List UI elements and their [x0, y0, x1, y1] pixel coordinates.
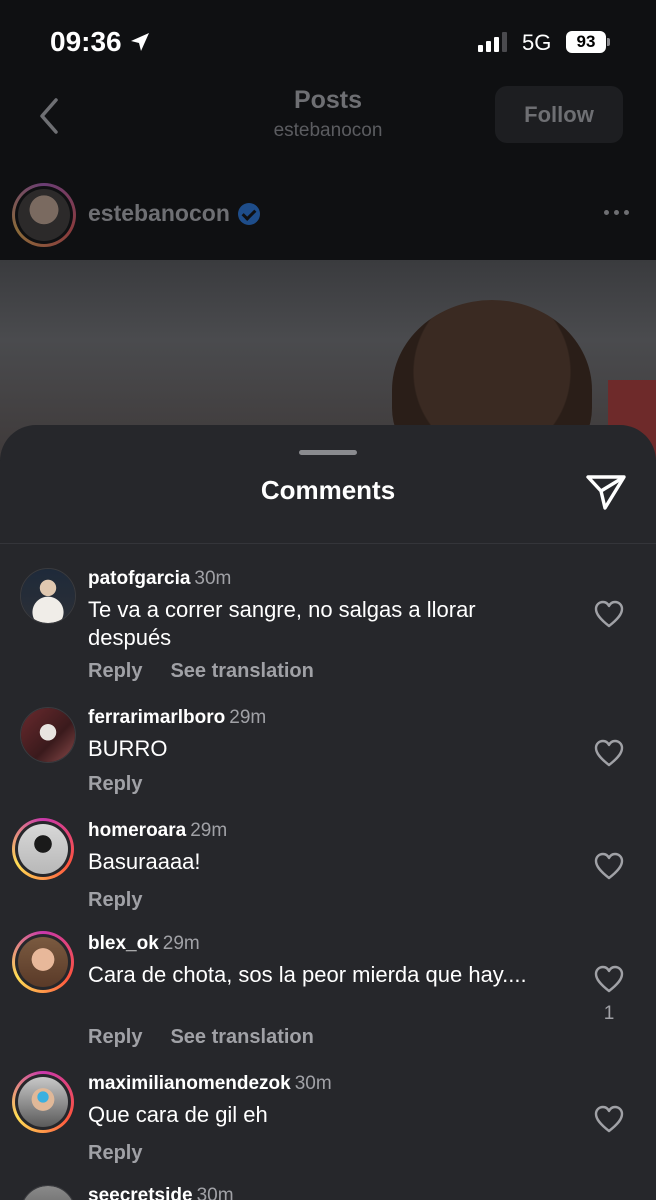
- comment-username-label[interactable]: ferrarimarlboro: [88, 707, 225, 728]
- comment-actions: Reply: [88, 1142, 142, 1165]
- comment-username[interactable]: homeroara 29m: [88, 820, 227, 842]
- verified-badge-icon: [237, 202, 260, 225]
- comment-item: seecretside 30m: [0, 1185, 656, 1200]
- comment-username[interactable]: maximilianomendezok 30m: [88, 1073, 332, 1095]
- heart-icon[interactable]: [594, 1105, 624, 1133]
- reply-button[interactable]: Reply: [88, 1026, 142, 1049]
- heart-icon[interactable]: [594, 600, 624, 628]
- location-arrow-icon: [130, 33, 149, 51]
- comment-text: BURRO: [88, 736, 168, 761]
- comment-username[interactable]: seecretside 30m: [88, 1185, 234, 1200]
- reply-button[interactable]: Reply: [88, 773, 142, 796]
- comment-item: ferrarimarlboro 29m BURRO Reply: [0, 707, 656, 807]
- comment-time: 30m: [194, 568, 232, 589]
- comment-time: 29m: [162, 933, 200, 954]
- comment-time: 30m: [196, 1185, 234, 1200]
- reply-button[interactable]: Reply: [88, 1142, 142, 1165]
- battery-tip: [607, 38, 610, 46]
- network-type: 5G: [522, 30, 552, 55]
- comment-username[interactable]: patofgarcia 30m: [88, 568, 231, 590]
- like-count: 1: [603, 1003, 615, 1024]
- commenter-avatar[interactable]: [12, 818, 74, 880]
- comment-item: patofgarcia 30m Te va a correr sangre, no…: [0, 568, 656, 688]
- comment-time: 30m: [294, 1073, 332, 1094]
- comment-username-label[interactable]: patofgarcia: [88, 568, 190, 589]
- heart-icon[interactable]: [594, 852, 624, 880]
- commenter-avatar[interactable]: [12, 1071, 74, 1133]
- comment-username[interactable]: blex_ok 29m: [88, 933, 200, 955]
- comment-actions: Reply See translation: [88, 660, 314, 683]
- sheet-grabber[interactable]: [299, 450, 357, 455]
- comment-item: homeroara 29m Basuraaaa! Reply: [0, 818, 656, 920]
- comment-actions: Reply: [88, 889, 142, 912]
- comment-username-label[interactable]: maximilianomendezok: [88, 1073, 291, 1094]
- comment-time: 29m: [229, 707, 267, 728]
- commenter-avatar[interactable]: [20, 707, 76, 763]
- comment-text: Basuraaaa!: [88, 849, 201, 874]
- signal-strength-icon: [478, 32, 507, 52]
- reply-button[interactable]: Reply: [88, 660, 142, 683]
- comment-text: Te va a correr sangre, no salgas a llora…: [88, 597, 476, 650]
- commenter-avatar[interactable]: [20, 568, 76, 624]
- post-author-username[interactable]: estebanocon: [88, 200, 230, 227]
- comment-actions: Reply: [88, 773, 142, 796]
- comment-username[interactable]: ferrarimarlboro 29m: [88, 707, 266, 729]
- post-author[interactable]: estebanocon: [88, 200, 260, 227]
- comment-text: Cara de chota, sos la peor mierda que ha…: [88, 962, 527, 987]
- see-translation-button[interactable]: See translation: [170, 1026, 313, 1049]
- comment-username-label[interactable]: blex_ok: [88, 933, 159, 954]
- comment-username-label[interactable]: seecretside: [88, 1185, 193, 1200]
- comment-item: blex_ok 29m Cara de chota, sos la peor mi…: [0, 931, 656, 1063]
- see-translation-button[interactable]: See translation: [170, 660, 313, 683]
- comments-sheet: Comments patofgarcia 30m Te va a correr s…: [0, 425, 656, 1200]
- status-time: 09:36: [50, 26, 152, 58]
- commenter-avatar[interactable]: [12, 931, 74, 993]
- comment-username-label[interactable]: homeroara: [88, 820, 186, 841]
- heart-icon[interactable]: [594, 739, 624, 767]
- reply-button[interactable]: Reply: [88, 889, 142, 912]
- commenter-avatar[interactable]: [20, 1185, 76, 1200]
- send-icon[interactable]: [585, 471, 627, 511]
- status-bar: 09:36 5G 93: [0, 0, 656, 80]
- status-time-label: 09:36: [50, 26, 122, 57]
- divider: [0, 543, 656, 544]
- comment-item: maximilianomendezok 30m Que cara de gil e…: [0, 1071, 656, 1173]
- more-horizontal-icon[interactable]: [604, 210, 629, 215]
- post-author-avatar[interactable]: [12, 183, 76, 247]
- comment-text: Que cara de gil eh: [88, 1102, 268, 1127]
- follow-button[interactable]: Follow: [495, 86, 623, 143]
- comment-actions: Reply See translation: [88, 1026, 314, 1049]
- comment-time: 29m: [190, 820, 228, 841]
- heart-icon[interactable]: [594, 965, 624, 993]
- comments-title: Comments: [260, 475, 396, 505]
- battery-icon: 93: [566, 31, 606, 53]
